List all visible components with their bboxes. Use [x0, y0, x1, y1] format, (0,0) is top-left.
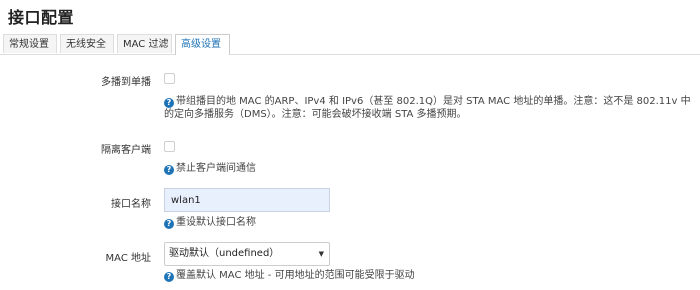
tab-wireless-security[interactable]: 无线安全: [60, 34, 114, 53]
isolate-clients-label: 隔离客户端: [101, 145, 151, 156]
help-icon: ?: [164, 272, 174, 282]
multicast-help-text-2: 的定向多播服务（DMS）。注意：可能会破坏接收端 STA 多播预期。: [164, 109, 467, 120]
mac-address-label: MAC 地址: [105, 253, 151, 264]
mac-address-select[interactable]: 驱动默认（undefined） ▼: [164, 242, 330, 266]
tab-general-settings[interactable]: 常规设置: [3, 34, 57, 53]
interface-name-help-text: 重设默认接口名称: [176, 217, 256, 228]
help-icon: ?: [164, 98, 174, 108]
caret-down-icon: ▼: [318, 250, 324, 258]
help-icon: ?: [164, 219, 174, 229]
page-title: 接口配置: [8, 8, 75, 27]
isolate-clients-help: ? 禁止客户端间通信: [164, 162, 694, 175]
interface-name-label: 接口名称: [111, 199, 151, 210]
multicast-help-line-1: ? 带组播目的地 MAC 的ARP、IPv4 和 IPv6（甚至 802.1Q）是…: [164, 95, 694, 108]
multicast-to-unicast-checkbox[interactable]: [164, 73, 175, 84]
isolate-clients-checkbox[interactable]: [164, 141, 175, 152]
multicast-to-unicast-label: 多播到单播: [101, 77, 151, 88]
multicast-help-text-1: 带组播目的地 MAC 的ARP、IPv4 和 IPv6（甚至 802.1Q）是对…: [176, 96, 691, 107]
tab-mac-filter[interactable]: MAC 过滤: [117, 34, 172, 53]
tab-bar: 常规设置 无线安全 MAC 过滤 高级设置: [0, 34, 700, 55]
help-icon: ?: [164, 165, 174, 175]
mac-address-help: ? 覆盖默认 MAC 地址 - 可用地址的范围可能受限于驱动: [164, 269, 694, 282]
mac-address-selected-value: 驱动默认（undefined）: [169, 248, 280, 259]
interface-name-input[interactable]: [164, 188, 330, 212]
multicast-to-unicast-help: ? 带组播目的地 MAC 的ARP、IPv4 和 IPv6（甚至 802.1Q）是…: [164, 95, 694, 121]
mac-address-help-text: 覆盖默认 MAC 地址 - 可用地址的范围可能受限于驱动: [176, 270, 415, 281]
tab-advanced-settings[interactable]: 高级设置: [175, 34, 230, 55]
interface-name-help: ? 重设默认接口名称: [164, 216, 694, 229]
isolate-clients-help-text: 禁止客户端间通信: [176, 163, 256, 174]
